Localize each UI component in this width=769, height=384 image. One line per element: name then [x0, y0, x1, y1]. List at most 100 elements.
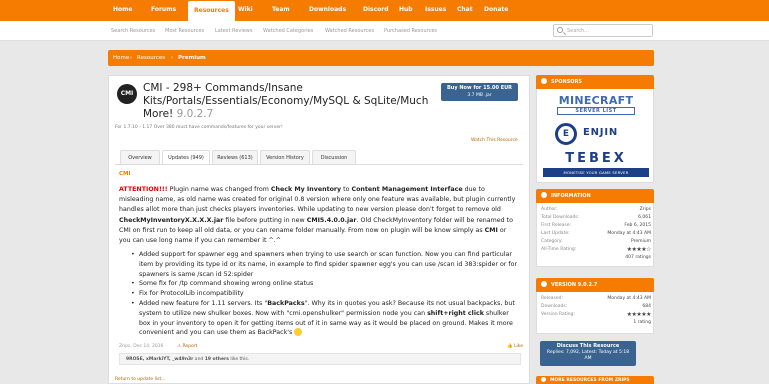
list-item: Added new feature for 1.11 servers. Its …: [131, 299, 521, 338]
nav-tab-issues[interactable]: Issues: [425, 0, 446, 21]
update-paragraph: ATTENTION!!! Plugin name was changed fro…: [119, 185, 519, 246]
search-input[interactable]: Search...: [553, 24, 653, 37]
search-icon: [557, 27, 563, 33]
text-run: Content Management Interface: [351, 186, 463, 193]
buy-now-label: Buy Now for 15.00 EUR: [446, 85, 513, 91]
breadcrumb: Home › Resources › Premium: [108, 50, 654, 66]
report-link[interactable]: ⚠ Report: [177, 344, 197, 349]
list-item: Fix for ProtocolLib incompatibility: [131, 289, 521, 299]
nav-tab-forums[interactable]: Forums: [151, 0, 176, 21]
text-run: and: [193, 357, 205, 362]
watch-resource-link[interactable]: Watch This Resource: [471, 138, 518, 143]
info-icon: [541, 191, 547, 198]
discuss-title: Discuss This Resource: [556, 343, 620, 349]
discuss-subtitle: Replies: 7,092, Latest: Today at 5:18 AM: [546, 350, 630, 361]
text-run: Check My Inventory: [270, 186, 342, 193]
breadcrumb-home[interactable]: Home: [113, 50, 129, 66]
likers-names[interactable]: 9ROSE, xMarkiYT, _w49n3r: [126, 357, 193, 362]
info-key: First Release:: [541, 223, 571, 228]
text-run: BackPacks: [267, 299, 305, 307]
info-value: Feb 6, 2015: [624, 223, 651, 228]
text-run: Plugin name was changed from: [167, 186, 271, 193]
sponsors-header: SPONSORS: [536, 75, 654, 89]
info-key: Category:: [541, 239, 563, 244]
list-item: Added support for spawner egg and spawne…: [131, 250, 521, 279]
nav-tab-resources[interactable]: Resources: [188, 1, 235, 21]
nav-tab-downloads[interactable]: Downloads: [309, 0, 346, 21]
info-key: Downloads:: [541, 304, 568, 309]
text-run: to: [341, 186, 352, 193]
subnav-watched-categories[interactable]: Watched Categories: [263, 21, 313, 41]
info-key: All-Time Rating:: [541, 247, 577, 252]
like-button[interactable]: 👍 Like: [507, 344, 523, 349]
nav-tab-home[interactable]: Home: [113, 0, 132, 21]
tebex-ad[interactable]: TEBEX MONETISE YOUR GAME SERVER: [543, 152, 649, 178]
nav-tab-donate[interactable]: Donate: [484, 0, 508, 21]
info-row: All-Time Rating: ★★★★☆: [541, 246, 652, 254]
text-run: shift+right click: [427, 309, 484, 317]
info-key: Total Downloads:: [541, 215, 580, 220]
discuss-button[interactable]: Discuss This Resource Replies: 7,092, La…: [540, 341, 636, 366]
information-header: INFORMATION: [536, 189, 654, 203]
nav-tab-chat[interactable]: Chat: [457, 0, 473, 21]
update-title: CMI: [119, 171, 131, 177]
enjin-ad[interactable]: ENJIN: [555, 123, 645, 145]
nav-tab-team[interactable]: Team: [272, 0, 290, 21]
info-row: First Release: Feb 6, 2015: [541, 222, 651, 230]
info-row: Total Downloads: 6,061: [541, 214, 651, 222]
minecraft-server-list-ad[interactable]: MINECRAFT SERVER LIST: [543, 95, 649, 117]
sub-navigation: Search Resources Most Resources Latest R…: [0, 21, 769, 41]
rating-stars-icon: ★★★★★: [626, 311, 652, 318]
nav-tab-wiki[interactable]: Wiki: [238, 0, 253, 21]
resource-title: CMI - 298+ Commands/Insane Kits/Portals/…: [143, 82, 433, 121]
info-value: Monday at 4:43 AM: [607, 296, 651, 301]
resource-panel: CMI CMI - 298+ Commands/Insane Kits/Port…: [108, 75, 530, 384]
smiley-icon: [294, 328, 303, 337]
info-value: 6,061: [638, 215, 651, 220]
tab-discussion[interactable]: Discussion: [312, 150, 356, 165]
likers-others[interactable]: 19 others: [205, 357, 229, 362]
subnav-purchased-resources[interactable]: Purchased Resources: [384, 21, 437, 41]
breadcrumb-resources[interactable]: Resources: [137, 50, 165, 66]
info-value: Monday at 4:43 AM: [607, 231, 651, 236]
buy-now-button[interactable]: Buy Now for 15.00 EUR 3.7 MB .jar: [441, 83, 518, 101]
version-title: VERSION 9.0.2.7: [551, 282, 598, 288]
resource-version: 9.0.2.7: [176, 108, 214, 120]
buy-now-size: 3.7 MB .jar: [467, 93, 492, 98]
breadcrumb-separator-icon: ›: [130, 55, 132, 61]
info-key: Author:: [541, 207, 558, 212]
info-author[interactable]: Zrips: [640, 206, 651, 214]
rating-count: 1 rating: [633, 320, 651, 325]
info-key: Last Update:: [541, 231, 570, 236]
tab-version-history[interactable]: Version History: [260, 150, 310, 165]
attention-text: ATTENTION!!!: [119, 186, 168, 193]
top-navigation: Home Forums Resources Wiki Team Download…: [0, 0, 769, 21]
more-resources-header: MORE RESOURCES FROM ZRIPS: [536, 376, 654, 384]
info-value: 684: [642, 304, 651, 309]
more-resources-title: MORE RESOURCES FROM ZRIPS: [550, 378, 630, 383]
subnav-watched-resources[interactable]: Watched Resources: [325, 21, 374, 41]
info-row: 1 rating: [541, 319, 651, 327]
breadcrumb-premium[interactable]: Premium: [178, 50, 206, 66]
subnav-search-resources[interactable]: Search Resources: [111, 21, 155, 41]
like-icon: 👍: [507, 344, 515, 349]
nav-tab-discord[interactable]: Discord: [363, 0, 389, 21]
info-row: Author: Zrips: [541, 206, 651, 214]
minecraft-logo-sub: SERVER LIST: [557, 107, 635, 115]
return-link[interactable]: Return to update list...: [115, 377, 166, 382]
nav-tab-hub[interactable]: Hub: [399, 0, 413, 21]
sponsors-title: SPONSORS: [551, 79, 583, 85]
text-run: CMI: [484, 226, 498, 234]
subnav-most-resources[interactable]: Most Resources: [165, 21, 204, 41]
info-category[interactable]: Premium: [631, 238, 651, 246]
information-title: INFORMATION: [551, 193, 591, 199]
tab-updates[interactable]: Updates (949): [162, 150, 210, 165]
version-header: VERSION 9.0.2.7: [536, 278, 654, 292]
subnav-latest-reviews[interactable]: Latest Reviews: [215, 21, 253, 41]
info-row: Downloads: 684: [541, 303, 651, 311]
tab-overview[interactable]: Overview: [120, 150, 160, 165]
tab-reviews[interactable]: Reviews (613): [212, 150, 258, 165]
text-run: file before putting in new: [223, 216, 307, 224]
text-run: CMI5.4.0.0.jar: [306, 216, 357, 224]
resource-logo: CMI: [117, 84, 137, 104]
